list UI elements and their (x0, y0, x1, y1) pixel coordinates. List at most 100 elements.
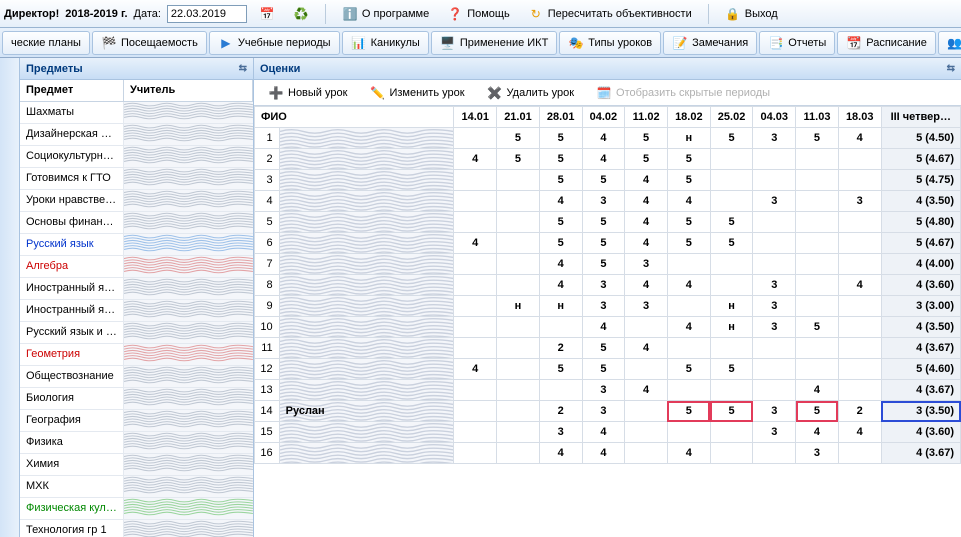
tab-holidays[interactable]: 📊Каникулы (342, 31, 429, 55)
grade-row[interactable]: 5554555 (4.80) (255, 212, 961, 233)
grade-cell[interactable] (497, 380, 540, 401)
grade-cell[interactable] (454, 317, 497, 338)
tab-subs[interactable]: 👥Замен (938, 31, 961, 55)
grade-cell[interactable]: 3 (539, 422, 582, 443)
col-date[interactable]: 11.03 (796, 107, 839, 128)
tab-attendance[interactable]: 🏁Посещаемость (92, 31, 207, 55)
col-teacher[interactable]: Учитель (124, 80, 253, 101)
grade-cell[interactable] (454, 254, 497, 275)
recalc-button[interactable]: ↻Пересчитать объективности (522, 3, 698, 25)
grade-cell[interactable]: 4 (838, 275, 881, 296)
col-date[interactable]: 04.02 (582, 107, 625, 128)
grade-cell[interactable] (625, 443, 668, 464)
grade-cell[interactable]: 4 (539, 275, 582, 296)
grade-cell[interactable] (838, 296, 881, 317)
subject-row[interactable]: Биология (20, 388, 253, 410)
help-button[interactable]: ❓Помощь (441, 3, 516, 25)
grade-cell[interactable]: 5 (582, 359, 625, 380)
subject-row[interactable]: Иностранный яз… (20, 278, 253, 300)
subject-row[interactable]: Уроки нравстве… (20, 190, 253, 212)
grade-cell[interactable]: 5 (796, 401, 839, 422)
grade-cell[interactable] (497, 317, 540, 338)
grade-cell[interactable]: 4 (454, 359, 497, 380)
grade-cell[interactable] (796, 254, 839, 275)
grade-cell[interactable] (497, 422, 540, 443)
grade-cell[interactable] (497, 170, 540, 191)
subject-row[interactable]: Технология гр 1 (20, 520, 253, 537)
grade-cell[interactable] (625, 422, 668, 443)
col-date[interactable]: 18.02 (667, 107, 710, 128)
grade-cell[interactable]: 4 (454, 149, 497, 170)
grade-cell[interactable] (796, 233, 839, 254)
grade-cell[interactable] (454, 170, 497, 191)
grade-cell[interactable]: 4 (582, 422, 625, 443)
grade-cell[interactable]: 5 (582, 338, 625, 359)
grade-cell[interactable] (625, 359, 668, 380)
grade-cell[interactable]: 4 (582, 317, 625, 338)
grade-cell[interactable]: 4 (582, 149, 625, 170)
grade-cell[interactable]: 4 (838, 128, 881, 149)
grade-cell[interactable] (710, 380, 753, 401)
grade-cell[interactable]: 4 (625, 212, 668, 233)
edit-lesson-button[interactable]: ✏️Изменить урок (363, 82, 470, 104)
grade-cell[interactable]: 5 (582, 212, 625, 233)
grade-row[interactable]: 1644434 (3.67) (255, 443, 961, 464)
grade-row[interactable]: 15545н53545 (4.50) (255, 128, 961, 149)
col-date[interactable]: 28.01 (539, 107, 582, 128)
grade-cell[interactable]: 5 (582, 254, 625, 275)
grade-cell[interactable] (454, 128, 497, 149)
grade-cell[interactable]: 5 (497, 149, 540, 170)
grade-cell[interactable] (753, 170, 796, 191)
grade-cell[interactable] (497, 338, 540, 359)
grade-cell[interactable]: 4 (625, 275, 668, 296)
grade-cell[interactable]: 5 (667, 359, 710, 380)
grade-cell[interactable] (454, 380, 497, 401)
grade-cell[interactable]: 3 (753, 296, 796, 317)
grade-cell[interactable] (667, 338, 710, 359)
subject-row[interactable]: Готовимся к ГТО (20, 168, 253, 190)
grade-cell[interactable] (753, 212, 796, 233)
grade-cell[interactable] (497, 443, 540, 464)
grade-cell[interactable] (497, 254, 540, 275)
grade-cell[interactable]: 5 (667, 212, 710, 233)
collapsed-sidebar[interactable] (0, 58, 20, 537)
grade-row[interactable]: 9нн33н33 (3.00) (255, 296, 961, 317)
subject-row[interactable]: География (20, 410, 253, 432)
grade-cell[interactable] (625, 317, 668, 338)
grade-row[interactable]: 14Руслан23553523 (3.50) (255, 401, 961, 422)
grade-cell[interactable] (454, 338, 497, 359)
grade-cell[interactable] (753, 380, 796, 401)
grade-cell[interactable]: 4 (667, 443, 710, 464)
grade-cell[interactable]: 5 (667, 149, 710, 170)
grade-cell[interactable] (796, 149, 839, 170)
subject-row[interactable]: Русский язык (20, 234, 253, 256)
grade-cell[interactable]: н (667, 128, 710, 149)
tab-ikt[interactable]: 🖥️Применение ИКТ (431, 31, 557, 55)
subject-row[interactable]: Геометрия (20, 344, 253, 366)
grade-cell[interactable] (753, 338, 796, 359)
tab-reports[interactable]: 📑Отчеты (759, 31, 835, 55)
tab-types[interactable]: 🎭Типы уроков (559, 31, 661, 55)
grade-cell[interactable]: 5 (667, 170, 710, 191)
grade-cell[interactable] (454, 401, 497, 422)
grade-cell[interactable]: 4 (625, 233, 668, 254)
grade-cell[interactable] (497, 233, 540, 254)
grade-cell[interactable]: 5 (539, 359, 582, 380)
grade-cell[interactable]: н (710, 317, 753, 338)
subject-row[interactable]: Дизайнерская м… (20, 124, 253, 146)
grade-row[interactable]: 15343444 (3.60) (255, 422, 961, 443)
subject-row[interactable]: Обществознание (20, 366, 253, 388)
grade-cell[interactable] (838, 338, 881, 359)
grade-cell[interactable]: 5 (539, 212, 582, 233)
grade-cell[interactable] (497, 359, 540, 380)
grades-scroll[interactable]: ФИО14.0121.0128.0104.0211.0218.0225.0204… (254, 106, 961, 537)
grade-cell[interactable]: 4 (667, 191, 710, 212)
grade-cell[interactable]: н (539, 296, 582, 317)
grade-cell[interactable] (710, 338, 753, 359)
grade-cell[interactable] (454, 296, 497, 317)
grade-cell[interactable]: 4 (454, 233, 497, 254)
grade-cell[interactable]: 3 (838, 191, 881, 212)
grade-cell[interactable]: 5 (582, 233, 625, 254)
col-date[interactable]: 25.02 (710, 107, 753, 128)
grade-cell[interactable] (539, 380, 582, 401)
